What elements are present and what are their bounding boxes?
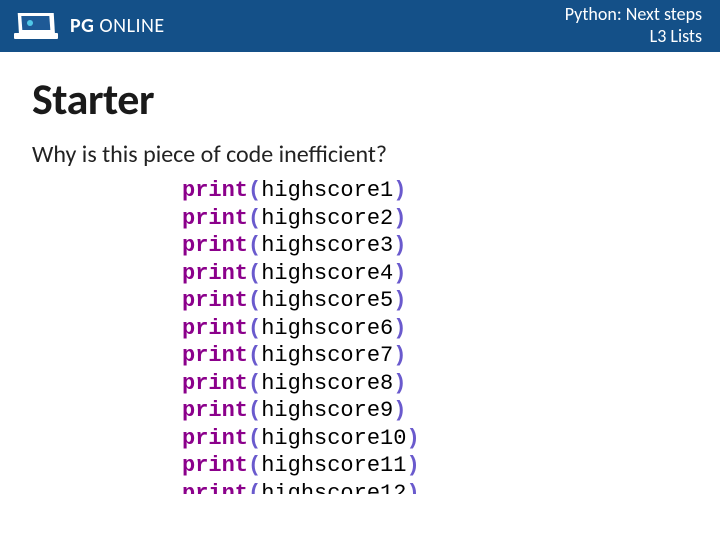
brand-pg: PG	[70, 14, 94, 38]
code-block: print(highscore1) print(highscore2) prin…	[182, 177, 688, 494]
laptop-icon	[12, 11, 60, 41]
header-titles: Python: Next steps L3 Lists	[565, 4, 702, 47]
code-line: print(highscore3)	[182, 232, 688, 260]
logo-area: PG ONLINE	[12, 11, 165, 41]
code-line: print(highscore4)	[182, 260, 688, 288]
code-line: print(highscore10)	[182, 425, 688, 453]
brand-text: PG ONLINE	[70, 14, 165, 38]
code-line: print(highscore2)	[182, 205, 688, 233]
code-line: print(highscore12)	[182, 480, 688, 494]
code-line: print(highscore8)	[182, 370, 688, 398]
course-title: Python: Next steps	[565, 4, 702, 26]
code-line: print(highscore6)	[182, 315, 688, 343]
slide-content: Starter Why is this piece of code ineffi…	[0, 52, 720, 494]
code-line: print(highscore7)	[182, 342, 688, 370]
code-line: print(highscore5)	[182, 287, 688, 315]
code-line: print(highscore9)	[182, 397, 688, 425]
brand-online: ONLINE	[94, 14, 164, 38]
page-title: Starter	[32, 72, 688, 126]
slide-header: PG ONLINE Python: Next steps L3 Lists	[0, 0, 720, 52]
code-line: print(highscore11)	[182, 452, 688, 480]
lesson-title: L3 Lists	[565, 26, 702, 48]
code-line: print(highscore1)	[182, 177, 688, 205]
question-text: Why is this piece of code inefficient?	[32, 140, 688, 169]
